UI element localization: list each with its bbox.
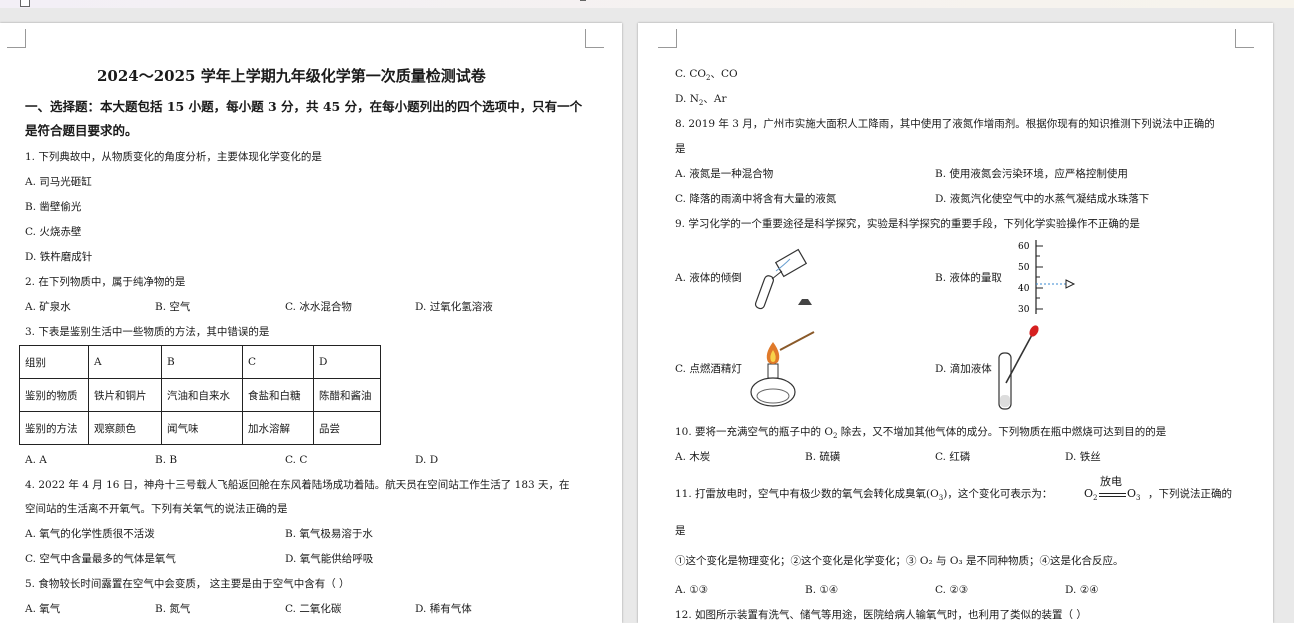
option-1a: A. 司马光砸缸	[25, 176, 92, 188]
question-1: 1. 下列典故中，从物质变化的角度分析，主要体现化学变化的是	[25, 151, 322, 163]
option-10a: A. 木炭	[675, 451, 711, 463]
cylinder-tick: 60	[1018, 242, 1030, 252]
cylinder-tick: 40	[1018, 284, 1030, 294]
option-2d: D. 过氧化氢溶液	[415, 301, 493, 313]
option-5a: A. 氧气	[25, 603, 61, 615]
option-5b: B. 氮气	[155, 603, 191, 615]
question-10: 10. 要将一充满空气的瓶子中的 O2 除去，又不增加其他气体的成分。下列物质在…	[675, 426, 1167, 441]
option-11a: A. ①③	[675, 584, 709, 596]
question-4-cont: 空间站的生活离不开氧气。下列有关氧气的说法正确的是	[25, 503, 288, 515]
section-heading-cont: 是符合题目要求的。	[25, 123, 138, 138]
question-9: 9. 学习化学的一个重要途径是科学探究，实验是科学探究的重要手段，下列化学实验操…	[675, 218, 1140, 230]
table-header-cell: A	[88, 345, 162, 379]
option-8b: B. 使用液氮会污染环境，应严格控制使用	[935, 168, 1128, 180]
option-4c: C. 空气中含量最多的气体是氧气	[25, 553, 176, 565]
document-page-left: 2024～2025 学年上学期九年级化学第一次质量检测试卷 一、选择题：本大题包…	[0, 23, 622, 623]
window-top-strip	[0, 0, 1294, 8]
equation-right: O3	[1127, 487, 1141, 503]
table-cell: 鉴别的物质	[19, 378, 89, 412]
question-2: 2. 在下列物质中，属于纯净物的是	[25, 276, 186, 288]
window-handle-icon	[580, 0, 586, 1]
option-11c: C. ②③	[935, 584, 969, 596]
crop-mark-icon	[658, 29, 677, 48]
cylinder-tick: 50	[1018, 263, 1030, 273]
table-cell: 铁片和铜片	[88, 378, 162, 412]
table-header-row: 组别 A B C D	[19, 345, 381, 379]
table-header-cell: B	[161, 345, 243, 379]
equation-arrow	[1099, 493, 1126, 494]
option-5c: C. 二氧化碳	[285, 603, 342, 615]
table-cell: 鉴别的方法	[19, 411, 89, 445]
option-4b: B. 氧气极易溶于水	[285, 528, 373, 540]
option-1c: C. 火烧赤壁	[25, 226, 82, 238]
table-header-cell: D	[313, 345, 381, 379]
dropping-liquid-illustration	[998, 325, 1039, 410]
question-11-statements: ①这个变化是物理变化；②这个变化是化学变化；③ O₂ 与 O₃ 是不同种物质；④…	[675, 555, 1124, 567]
option-8d: D. 液氮汽化使空气中的水蒸气凝结成水珠落下	[935, 193, 1150, 205]
table-cell: 品尝	[313, 411, 381, 445]
question-8-cont: 是	[675, 143, 686, 155]
option-5d: D. 稀有气体	[415, 603, 472, 615]
comparison-table: 组别 A B C D 鉴别的物质 铁片和铜片 汽油和自来水 食盐和白糖 陈醋和酱…	[19, 345, 381, 445]
window-checkbox-icon[interactable]	[20, 0, 30, 7]
table-cell: 闻气味	[161, 411, 243, 445]
option-7d: D. N2、Ar	[675, 93, 727, 108]
table-cell: 汽油和自来水	[161, 378, 243, 412]
crop-mark-icon	[585, 29, 604, 48]
table-header-cell: C	[242, 345, 314, 379]
question-11-cont: 是	[675, 525, 686, 537]
option-10c: C. 红磷	[935, 451, 971, 463]
option-4d: D. 氧气能供给呼吸	[285, 553, 374, 565]
option-4a: A. 氧气的化学性质很不活泼	[25, 528, 155, 540]
option-2c: C. 冰水混合物	[285, 301, 352, 313]
cylinder-tick: 30	[1018, 305, 1030, 315]
option-10b: B. 硫磺	[805, 451, 841, 463]
question-11: 11. 打雷放电时，空气中有极少数的氧气会转化成臭氧(O3)，这个变化可表示为：	[675, 488, 1053, 503]
exam-title: 2024～2025 学年上学期九年级化学第一次质量检测试卷	[97, 67, 486, 85]
option-8c: C. 降落的雨滴中将含有大量的液氮	[675, 193, 837, 205]
option-9b: B. 液体的量取	[935, 272, 1002, 284]
table-row: 鉴别的物质 铁片和铜片 汽油和自来水 食盐和白糖 陈醋和酱油	[19, 378, 381, 412]
option-9a: A. 液体的倾倒	[675, 272, 742, 284]
liquid-pouring-illustration	[754, 248, 812, 310]
question-5: 5. 食物较长时间露置在空气中会变质， 这主要是由于空气中含有（ ）	[25, 578, 350, 590]
question-3: 3. 下表是鉴别生活中一些物质的方法，其中错误的是	[25, 326, 270, 338]
table-cell: 加水溶解	[242, 411, 314, 445]
option-3a: A. A	[25, 454, 47, 466]
option-3d: D. D	[415, 454, 439, 466]
alcohol-lamp-illustration	[750, 331, 815, 407]
question-12: 12. 如图所示装置有洗气、储气等用途，医院给病人输氧气时，也利用了类似的装置（…	[675, 609, 1087, 621]
equation-condition: 放电	[1100, 475, 1122, 488]
equation-arrow	[1099, 496, 1126, 497]
table-row: 鉴别的方法 观察颜色 闻气味 加水溶解 品尝	[19, 411, 381, 445]
option-8a: A. 液氮是一种混合物	[675, 168, 774, 180]
option-3c: C. C	[285, 454, 308, 466]
equation-left: O2	[1084, 487, 1098, 503]
crop-mark-icon	[1235, 29, 1254, 48]
table-cell: 食盐和白糖	[242, 378, 314, 412]
option-11d: D. ②④	[1065, 584, 1099, 596]
document-page-right: C. CO2、CO D. N2、Ar 8. 2019 年 3 月，广州市实施大面…	[638, 23, 1273, 623]
option-10d: D. 铁丝	[1065, 451, 1101, 463]
crop-mark-icon	[7, 29, 26, 48]
table-header-cell: 组别	[19, 345, 89, 379]
option-7c: C. CO2、CO	[675, 68, 738, 83]
option-1d: D. 铁杵磨成针	[25, 251, 93, 263]
question-4: 4. 2022 年 4 月 16 日，神舟十三号载人飞船返回舱在东风着陆场成功着…	[25, 479, 570, 491]
option-3b: B. B	[155, 454, 178, 466]
option-2b: B. 空气	[155, 301, 191, 313]
option-9c: C. 点燃酒精灯	[675, 363, 742, 375]
table-cell: 陈醋和酱油	[313, 378, 381, 412]
table-cell: 观察颜色	[88, 411, 162, 445]
option-11b: B. ①④	[805, 584, 839, 596]
graduated-cylinder-illustration: 60 50 40 30	[1018, 240, 1076, 315]
option-9d: D. 滴加液体	[935, 363, 992, 375]
option-1b: B. 凿壁偷光	[25, 201, 82, 213]
question-11-tail: ，下列说法正确的	[1148, 488, 1232, 500]
option-2a: A. 矿泉水	[25, 301, 71, 313]
question-8: 8. 2019 年 3 月，广州市实施大面积人工降雨，其中使用了液氮作增雨剂。根…	[675, 118, 1215, 130]
section-heading: 一、选择题：本大题包括 15 小题，每小题 3 分，共 45 分，在每小题列出的…	[25, 99, 583, 114]
